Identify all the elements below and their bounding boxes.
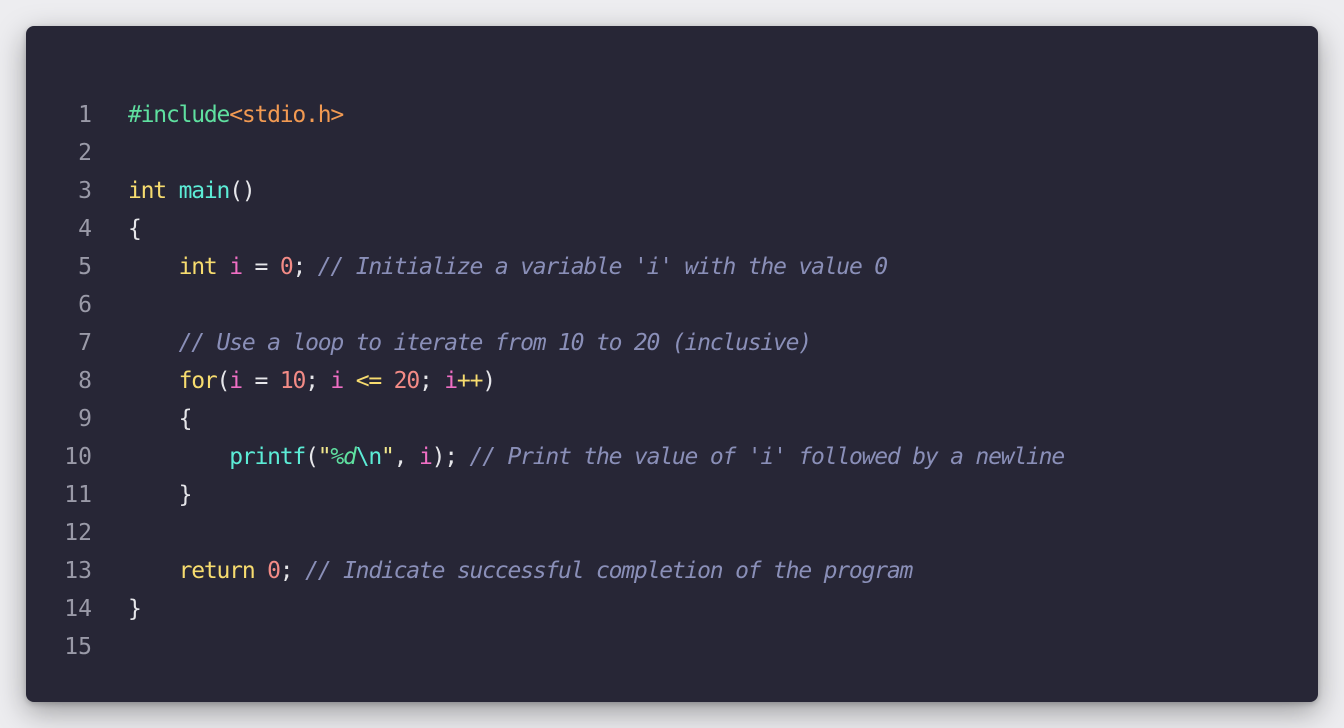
code-token: <stdio.h>: [229, 102, 344, 128]
code-token: return: [178, 558, 256, 584]
line-number: 4: [78, 216, 92, 242]
code-token: int: [178, 254, 218, 280]
line-number: 11: [64, 482, 92, 508]
line-number: 13: [64, 558, 92, 584]
code-token: ": [317, 444, 332, 470]
code-token: 10: [279, 368, 307, 394]
code-token: // Indicate successful completion of the…: [305, 558, 913, 584]
line-source[interactable]: {: [128, 210, 142, 248]
code-token: i: [444, 368, 458, 394]
code-token: }: [178, 482, 193, 508]
line-number: 3: [78, 178, 92, 204]
code-editor[interactable]: 1 #include<stdio.h> 2 3 int main() 4{5 int i …: [26, 96, 1318, 666]
code-token: 20: [393, 368, 421, 394]
line-number: 2: [78, 140, 92, 166]
code-line[interactable]: 14}: [26, 590, 1318, 628]
code-token: ++: [456, 368, 484, 394]
code-token: i: [330, 368, 344, 394]
code-token: ;: [279, 558, 306, 584]
line-source[interactable]: return 0; // Indicate successful complet…: [128, 552, 914, 590]
line-source[interactable]: {: [128, 400, 193, 438]
code-token: // Use a loop to iterate from 10 to 20 (…: [178, 330, 813, 356]
code-token: ): [482, 368, 496, 394]
code-token: int: [128, 178, 167, 204]
line-source[interactable]: // Use a loop to iterate from 10 to 20 (…: [128, 324, 813, 362]
line-number: 1: [78, 102, 92, 128]
code-token: {: [178, 406, 193, 432]
code-token: \n: [355, 444, 383, 470]
code-token: ;: [418, 368, 445, 394]
code-token: (): [229, 178, 256, 204]
code-line[interactable]: 7 // Use a loop to iterate from 10 to 20…: [26, 324, 1318, 362]
code-token: {: [128, 216, 142, 242]
code-line[interactable]: 1 #include<stdio.h>: [26, 96, 1318, 134]
line-number: 14: [64, 596, 92, 622]
code-token: ,: [393, 444, 419, 470]
line-source[interactable]: #include<stdio.h>: [128, 96, 344, 134]
line-number: 15: [64, 634, 92, 660]
code-token: (: [305, 444, 319, 470]
line-number: 12: [64, 520, 92, 546]
code-token: 0: [267, 558, 281, 584]
code-token: =: [241, 368, 280, 394]
code-token: (: [216, 368, 231, 394]
code-window: 1 #include<stdio.h> 2 3 int main() 4{5 int i …: [26, 26, 1318, 702]
code-line[interactable]: 13 return 0; // Indicate successful comp…: [26, 552, 1318, 590]
line-source[interactable]: printf("%d\n", i); // Print the value of…: [128, 438, 1066, 476]
line-number: 7: [78, 330, 92, 356]
code-token: i: [418, 444, 433, 470]
code-token: ;: [292, 254, 318, 280]
code-token: 0: [279, 254, 294, 280]
code-token: printf: [229, 444, 306, 470]
line-number: 8: [78, 368, 92, 394]
code-token: ": [380, 444, 395, 470]
line-source[interactable]: for(i = 10; i <= 20; i++): [128, 362, 496, 400]
line-number: 10: [64, 444, 92, 470]
code-line[interactable]: 6: [26, 286, 1318, 324]
code-line[interactable]: 4{: [26, 210, 1318, 248]
code-line[interactable]: 11 }: [26, 476, 1318, 514]
code-token: %d: [330, 444, 357, 470]
line-number: 9: [78, 406, 92, 432]
code-line[interactable]: 2: [26, 134, 1318, 172]
code-token: <=: [355, 368, 383, 394]
code-line[interactable]: 12: [26, 514, 1318, 552]
code-token: #include: [128, 102, 230, 128]
code-token: main: [178, 178, 231, 204]
code-line[interactable]: 9 {: [26, 400, 1318, 438]
line-source[interactable]: }: [128, 590, 142, 628]
code-token: i: [229, 368, 243, 394]
code-token: i: [229, 254, 243, 280]
code-token: // Initialize a variable 'i' with the va…: [317, 254, 888, 280]
line-source[interactable]: }: [128, 476, 193, 514]
code-line[interactable]: 15: [26, 628, 1318, 666]
code-token: // Print the value of 'i' followed by a …: [469, 444, 1066, 470]
code-token: for: [178, 368, 218, 394]
line-number: 6: [78, 292, 92, 318]
code-token: ;: [305, 368, 331, 394]
code-token: }: [128, 596, 142, 622]
code-token: );: [431, 444, 470, 470]
code-token: =: [241, 254, 280, 280]
line-source[interactable]: int main(): [128, 172, 256, 210]
code-line[interactable]: 5 int i = 0; // Initialize a variable 'i…: [26, 248, 1318, 286]
code-line[interactable]: 10 printf("%d\n", i); // Print the value…: [26, 438, 1318, 476]
code-line[interactable]: 8 for(i = 10; i <= 20; i++): [26, 362, 1318, 400]
line-number: 5: [78, 254, 92, 280]
line-source[interactable]: int i = 0; // Initialize a variable 'i' …: [128, 248, 888, 286]
code-line[interactable]: 3 int main(): [26, 172, 1318, 210]
